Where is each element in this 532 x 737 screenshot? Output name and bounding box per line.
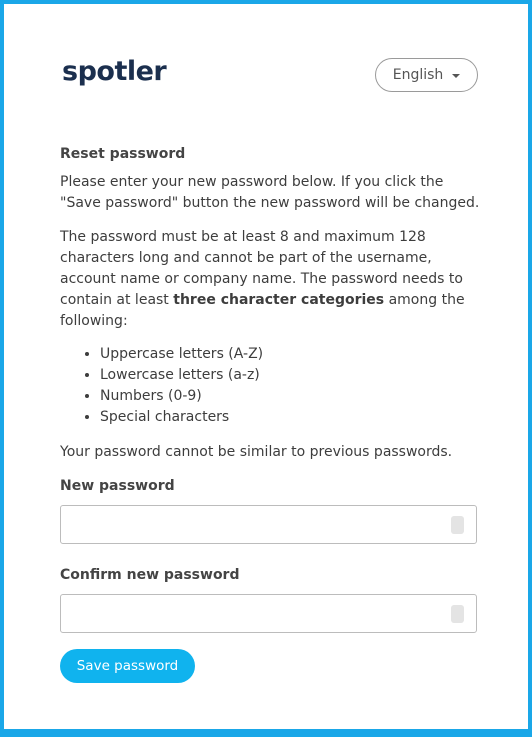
confirm-password-field[interactable] xyxy=(60,594,477,633)
password-manager-icon[interactable] xyxy=(451,516,464,534)
list-item: Numbers (0-9) xyxy=(100,386,480,407)
language-dropdown[interactable]: English xyxy=(375,58,478,92)
password-manager-icon[interactable] xyxy=(451,605,464,623)
confirm-password-label: Confirm new password xyxy=(60,567,240,583)
password-history-note: Your password cannot be similar to previ… xyxy=(60,444,453,460)
new-password-field[interactable] xyxy=(60,505,477,544)
form-heading: Reset password xyxy=(60,146,186,162)
rules-text-bold: three character categories xyxy=(173,292,385,308)
intro-text: Please enter your new password below. If… xyxy=(60,174,480,211)
new-password-label: New password xyxy=(60,478,175,494)
chevron-down-icon xyxy=(452,73,461,78)
reset-password-form: Reset password Please enter your new pas… xyxy=(60,144,480,633)
list-item: Uppercase letters (A-Z) xyxy=(100,344,480,365)
character-categories-list: Uppercase letters (A-Z) Lowercase letter… xyxy=(60,344,480,428)
language-selected-label: English xyxy=(392,67,444,83)
spotler-logo: spotler xyxy=(62,56,167,87)
list-item: Lowercase letters (a-z) xyxy=(100,365,480,386)
save-password-button[interactable]: Save password xyxy=(60,649,195,683)
list-item: Special characters xyxy=(100,407,480,428)
page-frame: spotler English Reset password Please en… xyxy=(0,0,532,737)
password-rules-text: The password must be at least 8 and maxi… xyxy=(60,227,480,332)
